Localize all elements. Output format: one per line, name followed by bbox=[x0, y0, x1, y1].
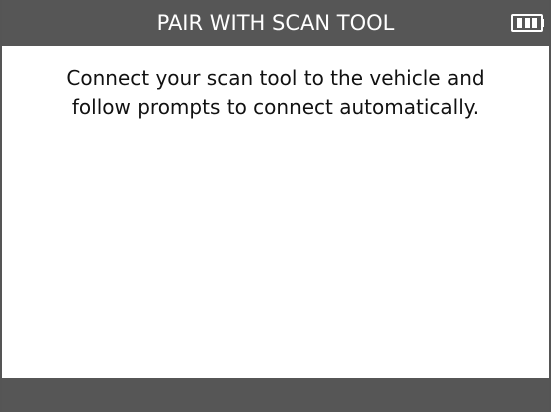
battery-cell bbox=[532, 18, 538, 28]
battery-cell bbox=[516, 18, 522, 28]
battery-cell bbox=[524, 18, 530, 28]
battery-tip bbox=[541, 19, 544, 27]
footer-bar bbox=[2, 378, 549, 412]
instruction-line-1: Connect your scan tool to the vehicle an… bbox=[66, 66, 485, 90]
instruction-message: Connect your scan tool to the vehicle an… bbox=[12, 64, 539, 122]
device-screen: PAIR WITH SCAN TOOL Connect your scan to… bbox=[0, 0, 551, 412]
battery-full-icon bbox=[511, 14, 544, 32]
battery-body bbox=[511, 14, 543, 32]
header-bar: PAIR WITH SCAN TOOL bbox=[2, 0, 549, 46]
screen-title: PAIR WITH SCAN TOOL bbox=[156, 11, 395, 35]
instruction-line-2: follow prompts to connect automatically. bbox=[71, 95, 480, 119]
